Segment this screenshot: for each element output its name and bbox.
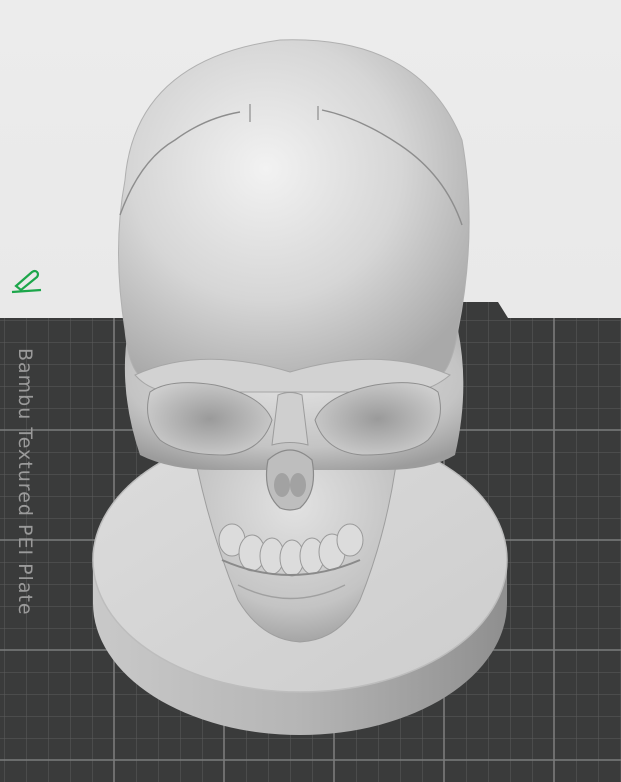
scene-canvas[interactable] <box>0 0 621 782</box>
3d-viewport[interactable]: Bambu Textured PEI Plate <box>0 0 621 782</box>
plate-type-label: Bambu Textured PEI Plate <box>14 348 36 616</box>
pencil-icon[interactable] <box>8 266 44 296</box>
